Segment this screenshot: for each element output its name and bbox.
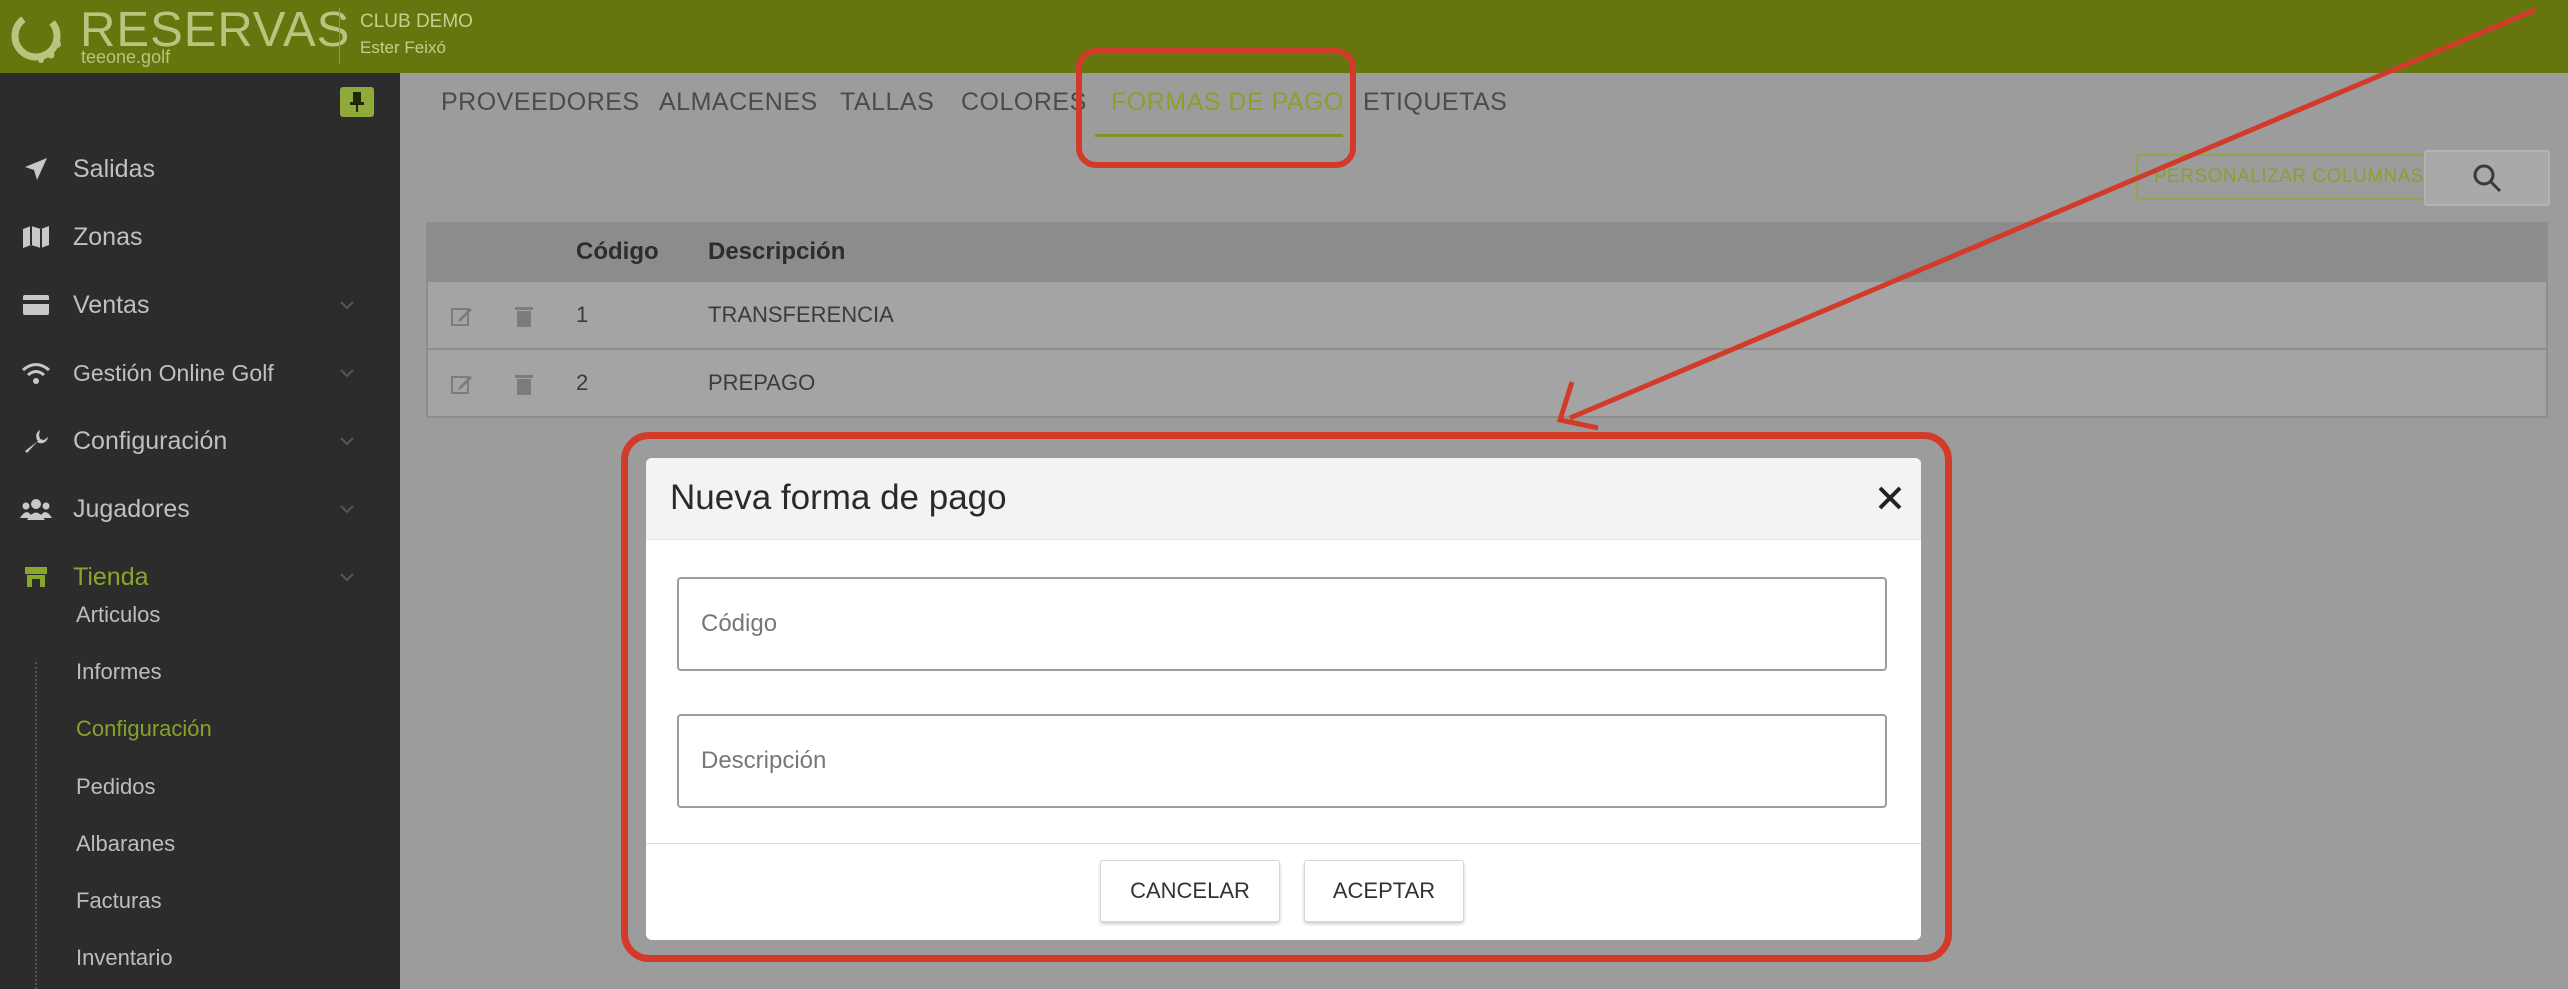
sidebar: Salidas Zonas Ventas Gestión Online Golf… [0,73,400,989]
sidebar-item-configuracion[interactable]: Configuración [0,411,400,471]
sidebar-item-label: Gestión Online Golf [73,359,274,386]
tab-tallas[interactable]: TALLAS [840,88,934,117]
sidebar-item-jugadores[interactable]: Jugadores [0,479,400,539]
sidebar-item-label: Tienda [73,562,149,591]
sidebar-item-label: Jugadores [73,494,190,523]
annotation-highlight-tab [1076,48,1356,168]
table-row[interactable]: 1 TRANSFERENCIA [428,282,2546,350]
column-header-codigo[interactable]: Código [576,238,659,266]
logo-icon [11,11,61,63]
cell-codigo: 2 [576,370,589,395]
payment-methods-table: Código Descripción 1 TRANSFERENCIA 2 PRE… [426,222,2548,418]
submenu-item-pedidos[interactable]: Pedidos [76,767,156,807]
customize-columns-button[interactable]: PERSONALIZAR COLUMNAS [2136,154,2442,200]
submenu-item-configuracion[interactable]: Configuración [76,709,212,749]
pin-icon [350,92,364,112]
wrench-icon [20,425,52,457]
header-divider [339,8,340,64]
sidebar-item-ventas[interactable]: Ventas [0,275,400,335]
user-name[interactable]: Ester Feixó [360,38,446,58]
sidebar-item-gestion-online-golf[interactable]: Gestión Online Golf [0,343,400,403]
sidebar-item-label: Ventas [73,290,150,319]
brand-subtitle: teeone.golf [81,47,171,67]
sidebar-item-tienda[interactable]: Tienda [0,547,400,607]
users-icon [20,493,52,525]
sidebar-item-label: Configuración [73,426,228,455]
cell-descripcion: PREPAGO [708,370,816,395]
sidebar-item-salidas[interactable]: Salidas [0,139,400,199]
store-icon [20,561,52,593]
sidebar-item-label: Zonas [73,222,143,251]
edit-icon[interactable] [450,372,474,396]
chevron-down-icon [340,301,354,310]
column-header-descripcion[interactable]: Descripción [708,238,845,266]
chevron-down-icon [340,573,354,582]
annotation-highlight-dialog [621,432,1952,962]
club-name[interactable]: CLUB DEMO [360,11,473,33]
submenu-item-articulos[interactable]: Articulos [76,595,160,635]
cell-codigo: 1 [576,302,589,327]
search-icon [2473,164,2502,193]
submenu-guide-line [35,662,37,989]
submenu-item-informes[interactable]: Informes [76,652,162,692]
sidebar-item-label: Salidas [73,154,155,183]
cell-descripcion: TRANSFERENCIA [708,302,894,327]
tab-almacenes[interactable]: ALMACENES [659,88,818,117]
search-button[interactable] [2424,150,2550,206]
trash-icon[interactable] [512,372,536,396]
paper-plane-icon [20,153,52,185]
tab-colores[interactable]: COLORES [961,88,1087,117]
submenu-item-facturas[interactable]: Facturas [76,881,162,921]
chevron-down-icon [340,505,354,514]
submenu-item-inventario[interactable]: Inventario [76,938,173,978]
tab-etiquetas[interactable]: ETIQUETAS [1363,88,1507,117]
tab-proveedores[interactable]: PROVEEDORES [441,88,640,117]
chevron-down-icon [340,437,354,446]
sidebar-item-zonas[interactable]: Zonas [0,207,400,267]
credit-card-icon [20,289,52,321]
edit-icon[interactable] [450,304,474,328]
table-row[interactable]: 2 PREPAGO [428,350,2546,418]
chevron-down-icon [340,369,354,378]
trash-icon[interactable] [512,304,536,328]
submenu-item-albaranes[interactable]: Albaranes [76,824,175,864]
map-icon [20,221,52,253]
table-header: Código Descripción [428,224,2546,282]
wifi-icon [20,357,52,389]
pin-sidebar-button[interactable] [340,87,374,117]
